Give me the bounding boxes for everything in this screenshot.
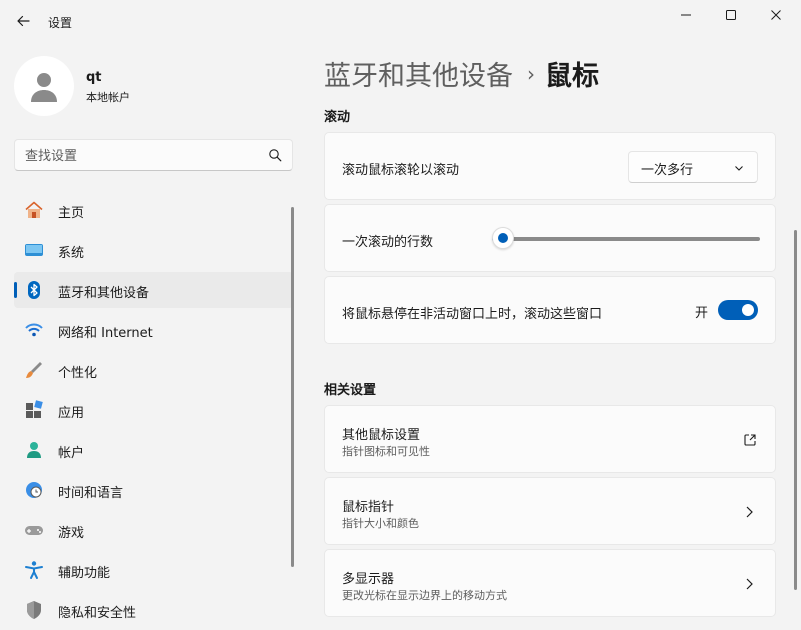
related-item-subtitle: 指针大小和颜色 — [342, 517, 419, 530]
slider-thumb-dot — [497, 233, 508, 243]
accessibility-icon — [24, 560, 44, 580]
inactive-scroll-toggle[interactable] — [718, 300, 758, 320]
avatar[interactable] — [14, 56, 74, 116]
close-icon — [771, 10, 781, 20]
dropdown-value: 一次多行 — [641, 163, 694, 178]
chevron-down-icon — [735, 166, 743, 171]
page-title: 鼠标 — [545, 61, 599, 92]
maximize-icon — [726, 10, 736, 20]
search-box[interactable] — [14, 139, 293, 171]
sidebar-item-system[interactable]: 系统 — [14, 232, 293, 268]
main-scrollbar[interactable] — [794, 230, 797, 590]
globe-clock-icon — [24, 480, 44, 500]
chevron-right-icon — [746, 578, 753, 590]
inactive-scroll-label: 将鼠标悬停在非活动窗口上时，滚动这些窗口 — [342, 307, 603, 322]
user-name: qt — [86, 70, 102, 85]
title-bar: 设置 — [0, 0, 801, 44]
sidebar-item-label: 辅助功能 — [58, 566, 111, 581]
related-item-mouse-pointer[interactable]: 鼠标指针 指针大小和颜色 — [324, 477, 776, 545]
scroll-lines-label: 一次滚动的行数 — [342, 235, 434, 250]
close-button[interactable] — [754, 4, 798, 26]
chevron-right-icon — [746, 506, 753, 518]
related-item-title: 多显示器 — [342, 572, 395, 587]
minimize-button[interactable] — [664, 4, 708, 26]
sidebar-item-label: 主页 — [58, 206, 85, 221]
wheel-scroll-dropdown[interactable]: 一次多行 — [628, 151, 758, 183]
related-item-title: 其他鼠标设置 — [342, 428, 421, 443]
search-icon[interactable] — [268, 148, 282, 162]
sidebar-item-label: 蓝牙和其他设备 — [58, 286, 150, 301]
chevron-right-icon: › — [527, 62, 535, 86]
main-content: 蓝牙和其他设备 › 鼠标 滚动 滚动鼠标滚轮以滚动 一次多行 一次滚动的行数 将鼠标… — [324, 44, 776, 630]
scroll-lines-slider-thumb[interactable] — [491, 227, 514, 249]
sidebar-item-label: 时间和语言 — [58, 486, 124, 501]
scroll-lines-slider-track[interactable] — [492, 237, 760, 241]
sidebar-item-label: 个性化 — [58, 366, 98, 381]
inactive-scroll-card: 将鼠标悬停在非活动窗口上时，滚动这些窗口 开 — [324, 276, 776, 344]
sidebar-item-gaming[interactable]: 游戏 — [14, 512, 293, 548]
sidebar-scrollbar[interactable] — [291, 207, 294, 567]
sidebar-item-home[interactable]: 主页 — [14, 192, 293, 228]
related-item-subtitle: 更改光标在显示边界上的移动方式 — [342, 589, 507, 602]
shield-icon — [24, 600, 44, 620]
breadcrumb-parent[interactable]: 蓝牙和其他设备 — [324, 61, 513, 92]
bluetooth-icon — [24, 280, 44, 300]
sidebar-item-label: 网络和 Internet — [58, 326, 153, 341]
wheel-scroll-card: 滚动鼠标滚轮以滚动 一次多行 — [324, 132, 776, 200]
sidebar-item-label: 游戏 — [58, 526, 85, 541]
sidebar-item-personalization[interactable]: 个性化 — [14, 352, 293, 388]
sidebar-item-accounts[interactable]: 帐户 — [14, 432, 293, 468]
sidebar-item-bluetooth[interactable]: 蓝牙和其他设备 — [14, 272, 293, 308]
system-icon — [24, 240, 44, 260]
toggle-knob — [742, 304, 754, 316]
back-button[interactable] — [12, 10, 34, 32]
minimize-icon — [681, 14, 691, 16]
app-title: 设置 — [48, 16, 73, 30]
toggle-state-label: 开 — [694, 306, 708, 321]
sidebar-item-privacy[interactable]: 隐私和安全性 — [14, 592, 293, 628]
maximize-button[interactable] — [709, 4, 753, 26]
sidebar-item-label: 应用 — [58, 406, 85, 421]
brush-icon — [24, 360, 44, 380]
account-icon — [24, 440, 44, 460]
nav-list: 主页 系统 蓝牙和其他设备 网络和 Internet 个性化 应用 帐户 时间和… — [14, 192, 293, 630]
gamepad-icon — [24, 520, 44, 540]
wifi-icon — [24, 320, 44, 340]
sidebar-item-label: 帐户 — [58, 446, 85, 461]
search-input[interactable] — [25, 146, 255, 166]
home-icon — [24, 200, 44, 220]
breadcrumb: 蓝牙和其他设备 › 鼠标 — [324, 54, 599, 93]
related-item-subtitle: 指针图标和可见性 — [342, 445, 430, 458]
related-item-multiple-displays[interactable]: 多显示器 更改光标在显示边界上的移动方式 — [324, 549, 776, 617]
sidebar-item-network[interactable]: 网络和 Internet — [14, 312, 293, 348]
related-item-title: 鼠标指针 — [342, 500, 395, 515]
scroll-lines-card: 一次滚动的行数 — [324, 204, 776, 272]
sidebar-item-label: 系统 — [58, 246, 85, 261]
sidebar-item-time-language[interactable]: 时间和语言 — [14, 472, 293, 508]
back-arrow-icon — [17, 15, 30, 27]
external-link-icon — [744, 434, 756, 446]
sidebar: qt 本地帐户 主页 系统 蓝牙和其他设备 — [0, 44, 300, 630]
section-header-related: 相关设置 — [324, 383, 377, 398]
sidebar-item-label: 隐私和安全性 — [58, 606, 137, 621]
sidebar-item-apps[interactable]: 应用 — [14, 392, 293, 428]
related-item-other-mouse-settings[interactable]: 其他鼠标设置 指针图标和可见性 — [324, 405, 776, 473]
sidebar-item-accessibility[interactable]: 辅助功能 — [14, 552, 293, 588]
account-type: 本地帐户 — [86, 91, 130, 104]
user-silhouette-icon — [31, 73, 57, 102]
section-header-scroll: 滚动 — [324, 110, 351, 125]
active-indicator — [14, 282, 17, 298]
wheel-scroll-label: 滚动鼠标滚轮以滚动 — [342, 163, 460, 178]
apps-icon — [24, 400, 44, 420]
